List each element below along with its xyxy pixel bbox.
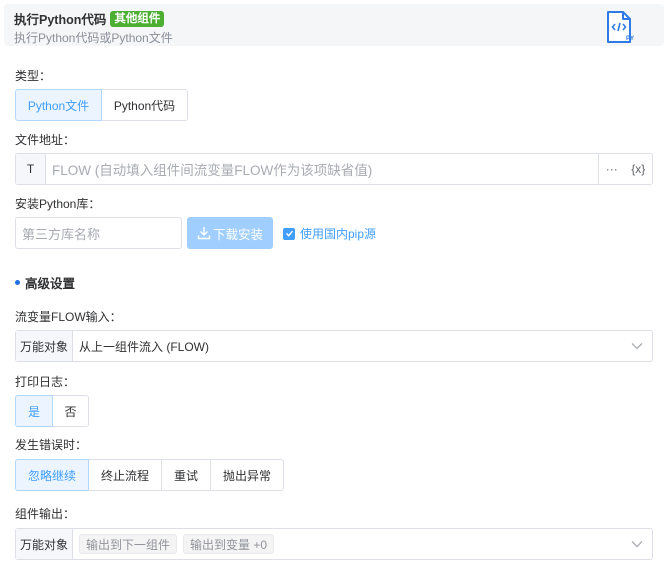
type-option-python-code[interactable]: Python代码 bbox=[101, 89, 188, 121]
type-option-python-file[interactable]: Python文件 bbox=[15, 89, 102, 121]
domestic-pip-checkbox[interactable]: 使用国内pip源 bbox=[283, 225, 376, 242]
download-install-label: 下载安装 bbox=[212, 227, 263, 242]
flow-input-value[interactable]: 从上一组件流入 (FLOW) bbox=[73, 331, 622, 361]
file-path-input[interactable]: FLOW (自动填入组件间流变量FLOW作为该项缺省值) bbox=[46, 154, 598, 184]
download-icon bbox=[197, 227, 211, 240]
more-options-icon[interactable]: ··· bbox=[606, 162, 618, 176]
chevron-down-icon[interactable] bbox=[622, 529, 652, 559]
install-lib-label: 安装Python库： bbox=[15, 197, 101, 211]
print-log-label: 打印日志： bbox=[15, 375, 76, 389]
on-error-ignore[interactable]: 忽略继续 bbox=[15, 459, 89, 491]
file-path-label: 文件地址： bbox=[15, 133, 76, 147]
chevron-down-icon[interactable] bbox=[622, 331, 652, 361]
python-file-icon: PY bbox=[607, 11, 634, 43]
header-title-row: 执行Python代码 其他组件 bbox=[14, 9, 165, 28]
output-chip-next: 输出到下一组件 bbox=[79, 534, 178, 554]
output-chips: 输出到下一组件 输出到变量 +0 bbox=[73, 529, 622, 559]
output-type-prefix[interactable]: 万能对象 bbox=[16, 529, 73, 559]
component-subtitle: 执行Python代码或Python文件 bbox=[14, 31, 173, 45]
flow-input-label: 流变量FLOW输入： bbox=[15, 310, 122, 324]
on-error-throw[interactable]: 抛出异常 bbox=[210, 459, 284, 491]
output-select[interactable]: 万能对象 输出到下一组件 输出到变量 +0 bbox=[15, 528, 653, 560]
print-log-no[interactable]: 否 bbox=[52, 395, 89, 427]
component-title: 执行Python代码 bbox=[14, 13, 107, 27]
on-error-label: 发生错误时： bbox=[15, 438, 88, 452]
domestic-pip-label: 使用国内pip源 bbox=[300, 227, 377, 241]
component-header: 执行Python代码 其他组件 执行Python代码或Python文件 PY bbox=[4, 4, 664, 46]
print-log-yes[interactable]: 是 bbox=[15, 395, 53, 427]
output-chip-variable: 输出到变量 +0 bbox=[183, 534, 275, 554]
type-toggle: Python文件 Python代码 bbox=[15, 89, 188, 121]
text-mode-prefix[interactable]: T bbox=[16, 154, 46, 184]
svg-text:PY: PY bbox=[626, 36, 634, 42]
on-error-retry[interactable]: 重试 bbox=[161, 459, 211, 491]
output-label: 组件输出： bbox=[15, 507, 76, 521]
section-dot-icon bbox=[15, 280, 20, 285]
checkbox-checked-icon[interactable] bbox=[283, 227, 295, 240]
on-error-toggle: 忽略继续 终止流程 重试 抛出异常 bbox=[15, 459, 284, 491]
file-path-tools: ··· {x} bbox=[598, 154, 652, 184]
library-name-input[interactable]: 第三方库名称 bbox=[15, 217, 182, 249]
on-error-terminate[interactable]: 终止流程 bbox=[88, 459, 162, 491]
flow-input-type-prefix[interactable]: 万能对象 bbox=[16, 331, 73, 361]
flow-input-select[interactable]: 万能对象 从上一组件流入 (FLOW) bbox=[15, 330, 653, 362]
file-path-field: T FLOW (自动填入组件间流变量FLOW作为该项缺省值) ··· {x} bbox=[15, 153, 653, 185]
download-install-button[interactable]: 下载安装 bbox=[187, 217, 273, 249]
advanced-settings-heading: 高级设置 bbox=[15, 273, 75, 292]
print-log-toggle: 是 否 bbox=[15, 395, 89, 427]
type-label: 类型： bbox=[15, 69, 52, 83]
variable-icon[interactable]: {x} bbox=[631, 162, 645, 176]
category-tag: 其他组件 bbox=[110, 10, 165, 27]
advanced-settings-title: 高级设置 bbox=[25, 277, 76, 291]
